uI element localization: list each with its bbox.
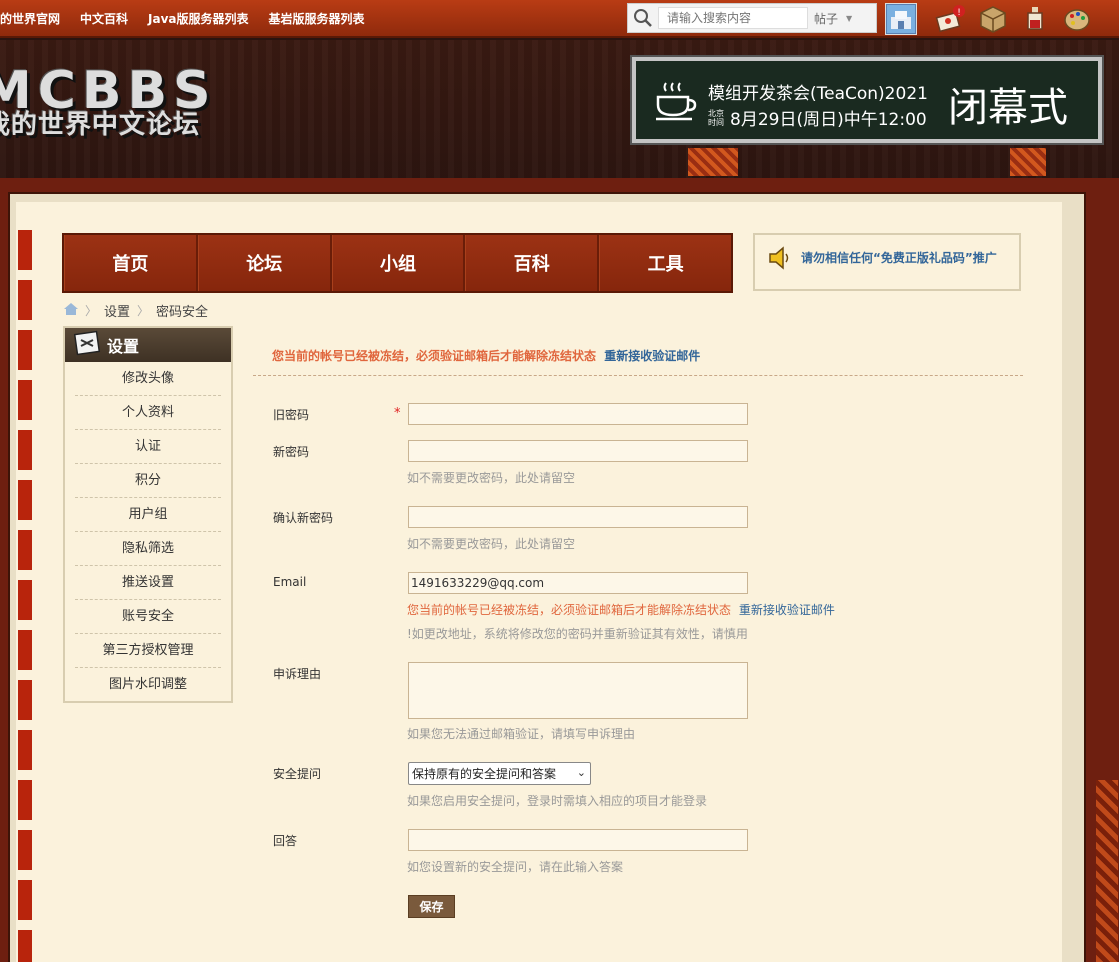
search-icon[interactable] <box>628 3 658 33</box>
top-link-wiki[interactable]: 中文百科 <box>80 10 128 27</box>
logo-subtitle: 我的世界中文论坛 <box>0 110 201 140</box>
old-password-field[interactable] <box>408 403 748 425</box>
palette-icon[interactable] <box>1061 3 1093 35</box>
search-input[interactable] <box>658 7 808 29</box>
sidebar-item-account-security[interactable]: 账号安全 <box>75 600 221 634</box>
sidebar-item-avatar[interactable]: 修改头像 <box>75 362 221 396</box>
top-bar: 的世界官网 中文百科 Java版服务器列表 基岩版服务器列表 帖子 ▼ <box>0 0 1119 38</box>
announcement-box: 请勿相信任何“免费正版礼品码”推广 <box>753 233 1021 291</box>
divider <box>253 375 1023 376</box>
sidebar-item-push[interactable]: 推送设置 <box>75 566 221 600</box>
potion-icon[interactable] <box>1019 3 1051 35</box>
search-type-select[interactable]: 帖子 ▼ <box>808 10 852 27</box>
teacon-banner[interactable]: 模组开发茶会(TeaCon)2021 北京 时间 8月29日(周日)中午12:0… <box>630 55 1104 145</box>
settings-icon <box>73 330 101 360</box>
sidebar-item-profile[interactable]: 个人资料 <box>75 396 221 430</box>
answer-tip: 如您设置新的安全提问，请在此输入答案 <box>407 860 624 874</box>
breadcrumb-password-security: 密码安全 <box>156 305 209 320</box>
freeze-warning: 您当前的帐号已经被冻结，必须验证邮箱后才能解除冻结状态 重新接收验证邮件 <box>272 347 700 364</box>
confirm-password-field[interactable] <box>408 506 748 528</box>
confirm-password-tip: 如不需要更改密码，此处请留空 <box>407 537 576 551</box>
home-icon[interactable] <box>64 302 78 319</box>
speaker-icon <box>767 245 793 275</box>
sidebar-item-usergroup[interactable]: 用户组 <box>75 498 221 532</box>
new-password-label: 新密码 <box>273 445 310 459</box>
teacon-ceremony: 闭幕式 <box>948 85 1068 131</box>
site-logo[interactable]: MCBBS 我的世界中文论坛 <box>0 61 217 140</box>
search-type-label: 帖子 <box>814 11 839 26</box>
sidebar-item-verify[interactable]: 认证 <box>75 430 221 464</box>
email-field[interactable] <box>408 572 748 594</box>
security-question-label: 安全提问 <box>273 767 322 781</box>
required-mark: * <box>394 406 401 421</box>
lava-block <box>1010 148 1046 176</box>
appeal-label: 申诉理由 <box>273 667 322 681</box>
left-border-decoration <box>18 230 32 962</box>
sidebar-title: 设置 <box>107 337 140 356</box>
email-freeze-notice: 您当前的帐号已经被冻结，必须验证邮箱后才能解除冻结状态 重新接收验证邮件 <box>407 601 835 618</box>
top-link-bedrock-servers[interactable]: 基岩版服务器列表 <box>269 10 365 27</box>
email-freeze-text: 您当前的帐号已经被冻结，必须验证邮箱后才能解除冻结状态 <box>407 603 732 617</box>
nav-forum[interactable]: 论坛 <box>197 235 332 291</box>
nav-home[interactable]: 首页 <box>64 235 198 291</box>
announcement-text[interactable]: 请勿相信任何“免费正版礼品码”推广 <box>801 249 997 266</box>
answer-field[interactable] <box>408 829 748 851</box>
top-link-java-servers[interactable]: Java版服务器列表 <box>148 10 248 27</box>
teacon-timezone: 北京 时间 <box>708 109 724 127</box>
new-password-field[interactable] <box>408 440 748 462</box>
email-resend-link[interactable]: 重新接收验证邮件 <box>739 603 835 617</box>
security-question-tip: 如果您启用安全提问，登录时需填入相应的项目才能登录 <box>407 794 708 808</box>
top-links: 的世界官网 中文百科 Java版服务器列表 基岩版服务器列表 <box>0 10 385 27</box>
security-question-select[interactable]: 保持原有的安全提问和答案 ⌄ <box>408 762 591 785</box>
lava-block <box>688 148 738 176</box>
sidebar-item-credits[interactable]: 积分 <box>75 464 221 498</box>
avatar[interactable] <box>885 3 917 35</box>
crate-icon[interactable] <box>977 3 1009 35</box>
search-box: 帖子 ▼ <box>627 3 877 33</box>
chevron-down-icon: ▼ <box>846 13 853 23</box>
sidebar-item-oauth[interactable]: 第三方授权管理 <box>75 634 221 668</box>
appeal-tip: 如果您无法通过邮箱验证，请填写申诉理由 <box>407 727 636 741</box>
notify-count: ! <box>957 8 961 18</box>
breadcrumb: 〉 设置 〉 密码安全 <box>64 301 208 320</box>
teacon-timezone-line2: 时间 <box>708 118 724 127</box>
sidebar-item-watermark[interactable]: 图片水印调整 <box>75 668 221 702</box>
teacup-icon <box>652 79 698 129</box>
nav-tools[interactable]: 工具 <box>599 235 731 291</box>
logo-title: MCBBS <box>0 61 217 121</box>
appeal-textarea[interactable] <box>408 662 748 719</box>
message-icon[interactable]: ! <box>934 3 966 35</box>
resend-verification-link[interactable]: 重新接收验证邮件 <box>604 349 700 363</box>
sidebar-header: 设置 <box>65 328 231 362</box>
top-link-official-site[interactable]: 的世界官网 <box>0 10 60 27</box>
breadcrumb-separator: 〉 <box>137 304 150 318</box>
nav-wiki[interactable]: 百科 <box>465 235 600 291</box>
email-label: Email <box>273 575 307 589</box>
sidebar-item-privacy[interactable]: 隐私筛选 <box>75 532 221 566</box>
breadcrumb-separator: 〉 <box>85 304 98 318</box>
teacon-date: 8月29日(周日)中午12:00 <box>730 110 927 130</box>
teacon-timezone-line1: 北京 <box>708 109 724 118</box>
nav-groups[interactable]: 小组 <box>331 235 466 291</box>
answer-label: 回答 <box>273 834 298 848</box>
teacon-title: 模组开发茶会(TeaCon)2021 <box>708 84 928 104</box>
freeze-warning-text: 您当前的帐号已经被冻结，必须验证邮箱后才能解除冻结状态 <box>272 349 597 363</box>
new-password-tip: 如不需要更改密码，此处请留空 <box>407 471 576 485</box>
email-tip: !如更改地址，系统将修改您的密码并重新验证其有效性，请慎用 <box>407 627 748 641</box>
security-question-value: 保持原有的安全提问和答案 <box>412 767 557 781</box>
old-password-label: 旧密码 <box>273 408 310 422</box>
settings-sidebar: 设置 修改头像 个人资料 认证 积分 用户组 隐私筛选 推送设置 账号安全 第三… <box>63 326 233 703</box>
sidebar-list: 修改头像 个人资料 认证 积分 用户组 隐私筛选 推送设置 账号安全 第三方授权… <box>65 362 231 702</box>
chevron-down-icon: ⌄ <box>576 766 586 779</box>
confirm-password-label: 确认新密码 <box>273 511 334 525</box>
right-lava-decoration <box>1096 780 1118 962</box>
breadcrumb-settings[interactable]: 设置 <box>104 301 130 320</box>
save-button[interactable]: 保存 <box>408 895 455 918</box>
main-nav: 首页 论坛 小组 百科 工具 <box>62 233 733 293</box>
